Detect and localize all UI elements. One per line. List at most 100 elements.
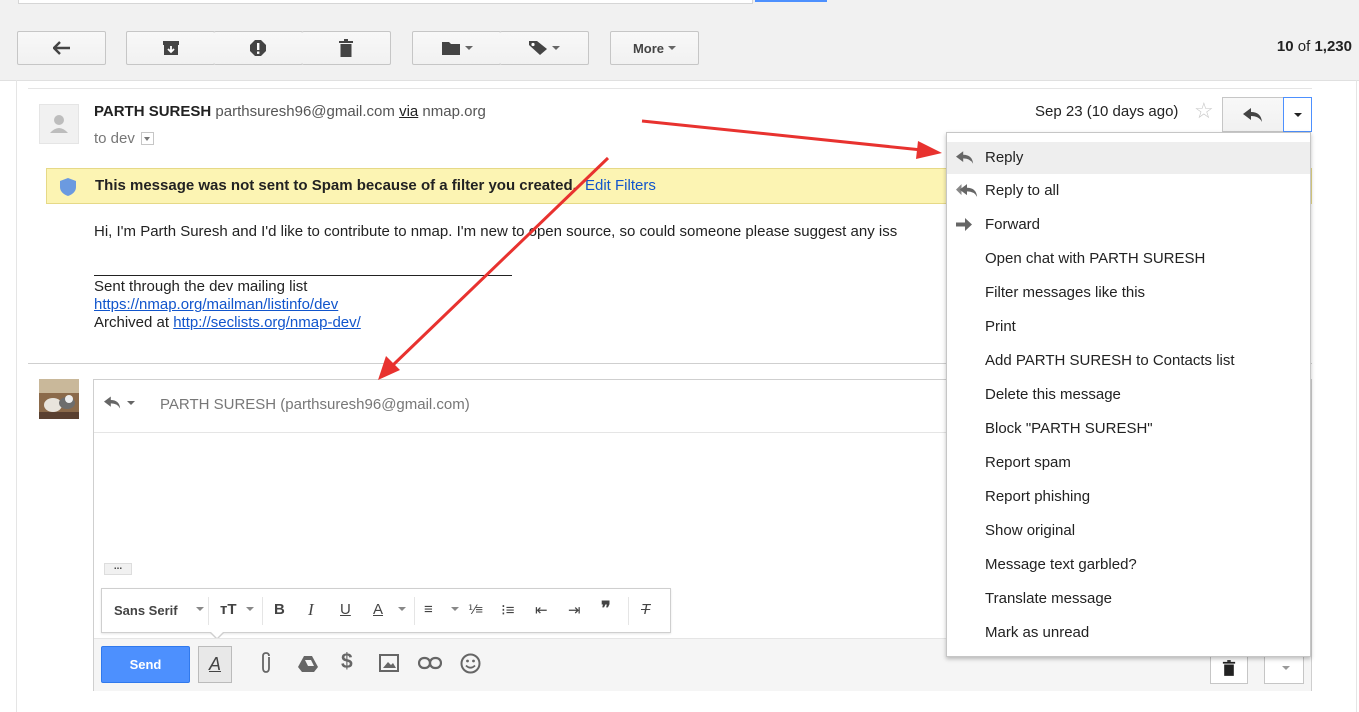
separator: [208, 597, 209, 625]
archive-link[interactable]: http://seclists.org/nmap-dev/: [173, 314, 361, 331]
archive-button[interactable]: [126, 31, 215, 65]
banner-message: This message was not sent to Spam becaus…: [95, 177, 577, 194]
annotation-arrow-to-reply: [641, 119, 942, 159]
content-right-border: [1356, 80, 1357, 712]
page-range: 10: [1276, 38, 1294, 55]
reply-icon: [956, 151, 974, 164]
menu-item-show-original[interactable]: Show original: [947, 515, 1310, 547]
formatting-options-button[interactable]: A: [198, 646, 232, 683]
menu-item-delete-message[interactable]: Delete this message: [947, 379, 1310, 411]
star-icon[interactable]: ☆: [1194, 98, 1214, 124]
formatting-toolbar: Sans Serif тT B I U A ≡ ⅟≡ ⁝≡ ⇤ ⇥ ❞ T: [101, 588, 671, 633]
font-family-select[interactable]: Sans Serif: [114, 603, 178, 618]
chevron-down-icon: [552, 46, 560, 50]
menu-item-report-spam[interactable]: Report spam: [947, 447, 1310, 479]
bulleted-list-icon[interactable]: ⁝≡: [501, 601, 515, 619]
via-domain: nmap.org: [422, 103, 486, 120]
menu-item-reply-all[interactable]: Reply to all: [947, 175, 1310, 207]
menu-item-label: Print: [985, 318, 1016, 335]
more-button[interactable]: More: [610, 31, 699, 65]
menu-item-block-sender[interactable]: Block "PARTH SURESH": [947, 413, 1310, 445]
menu-item-label: Filter messages like this: [985, 284, 1146, 301]
attach-icon[interactable]: [259, 652, 273, 677]
shield-icon: [60, 178, 76, 196]
menu-item-open-chat[interactable]: Open chat with PARTH SURESH: [947, 243, 1310, 275]
font-size-icon[interactable]: тT: [220, 601, 237, 618]
edit-filters-link[interactable]: Edit Filters: [585, 177, 656, 194]
menu-item-forward[interactable]: Forward: [947, 209, 1310, 241]
quote-icon[interactable]: ❞: [601, 598, 611, 619]
menu-item-mark-unread[interactable]: Mark as unread: [947, 617, 1310, 649]
chevron-down-icon: [127, 400, 135, 405]
menu-item-label: Reply: [985, 149, 1024, 166]
chevron-down-icon: [464, 46, 473, 50]
chevron-down-icon[interactable]: [192, 600, 204, 617]
menu-item-text-garbled[interactable]: Message text garbled?: [947, 549, 1310, 581]
compose-recipient[interactable]: PARTH SURESH (parthsuresh96@gmail.com): [160, 396, 470, 413]
reply-type-dropdown[interactable]: [104, 396, 135, 409]
sender-name[interactable]: PARTH SURESH: [94, 103, 211, 120]
chevron-down-icon[interactable]: [394, 600, 406, 617]
delete-button[interactable]: [302, 31, 391, 65]
indent-less-icon[interactable]: ⇤: [535, 601, 548, 619]
send-button[interactable]: Send: [101, 646, 190, 683]
report-spam-button[interactable]: [214, 31, 303, 65]
labels-button[interactable]: [500, 31, 589, 65]
text-color-icon[interactable]: A: [373, 601, 383, 618]
numbered-list-icon[interactable]: ⅟≡: [468, 602, 483, 618]
back-button[interactable]: [17, 31, 106, 65]
bold-icon[interactable]: B: [274, 601, 285, 618]
message-actions-menu: Reply Reply to all Forward Open chat wit…: [946, 132, 1311, 657]
emoji-icon[interactable]: [460, 653, 481, 677]
underline-icon[interactable]: U: [340, 601, 351, 618]
signature: Sent through the dev mailing list https:…: [94, 278, 361, 332]
menu-item-label: Show original: [985, 522, 1076, 539]
report-spam-icon: [250, 40, 266, 56]
menu-item-translate[interactable]: Translate message: [947, 583, 1310, 615]
photo-icon[interactable]: [379, 654, 399, 675]
message-toolbar: More 10 of 1,230: [0, 20, 1359, 81]
menu-item-filter-messages[interactable]: Filter messages like this: [947, 277, 1310, 309]
remove-formatting-icon[interactable]: T: [641, 601, 650, 618]
drive-icon[interactable]: [297, 655, 319, 676]
chevron-down-icon[interactable]: [447, 600, 459, 617]
italic-icon[interactable]: I: [308, 600, 314, 620]
chevron-down-icon[interactable]: [242, 600, 254, 617]
menu-item-label: Open chat with PARTH SURESH: [985, 250, 1206, 267]
person-icon: [50, 115, 68, 133]
more-label: More: [632, 40, 665, 56]
show-trimmed-content-button[interactable]: ...: [104, 562, 132, 575]
move-to-button[interactable]: [412, 31, 501, 65]
menu-item-label: Reply to all: [985, 182, 1060, 199]
back-arrow-icon: [52, 41, 70, 55]
divider: [28, 88, 1312, 89]
menu-item-print[interactable]: Print: [947, 311, 1310, 343]
menu-item-label: Report phishing: [985, 488, 1091, 505]
money-icon[interactable]: $: [341, 650, 353, 674]
reply-button[interactable]: [1222, 97, 1284, 132]
show-details-button[interactable]: [140, 132, 154, 145]
chevron-down-icon: [1282, 666, 1290, 670]
align-icon[interactable]: ≡: [424, 601, 433, 618]
trash-icon: [339, 39, 353, 57]
compose-body-input[interactable]: [94, 433, 944, 558]
folder-icon: [441, 41, 460, 55]
top-strip: [0, 0, 1359, 21]
menu-item-report-phishing[interactable]: Report phishing: [947, 481, 1310, 513]
search-button-edge[interactable]: [755, 0, 827, 2]
message-body: Hi, I'm Parth Suresh and I'd like to con…: [94, 223, 898, 240]
avatar-photo: [39, 379, 79, 419]
recipients-line: to dev: [94, 130, 154, 147]
indent-more-icon[interactable]: ⇥: [568, 601, 581, 619]
more-actions-dropdown-button[interactable]: [1283, 97, 1312, 132]
page-count: 10 of 1,230: [1277, 38, 1352, 55]
mailing-list-link[interactable]: https://nmap.org/mailman/listinfo/dev: [94, 296, 338, 313]
sender-avatar[interactable]: [39, 104, 79, 144]
user-avatar[interactable]: [39, 379, 79, 419]
menu-item-reply[interactable]: Reply: [947, 142, 1310, 174]
via-link[interactable]: via: [399, 103, 418, 120]
search-field-edge[interactable]: [18, 0, 753, 4]
link-icon[interactable]: [417, 656, 443, 673]
menu-item-add-to-contacts[interactable]: Add PARTH SURESH to Contacts list: [947, 345, 1310, 377]
menu-item-label: Block "PARTH SURESH": [985, 420, 1153, 437]
